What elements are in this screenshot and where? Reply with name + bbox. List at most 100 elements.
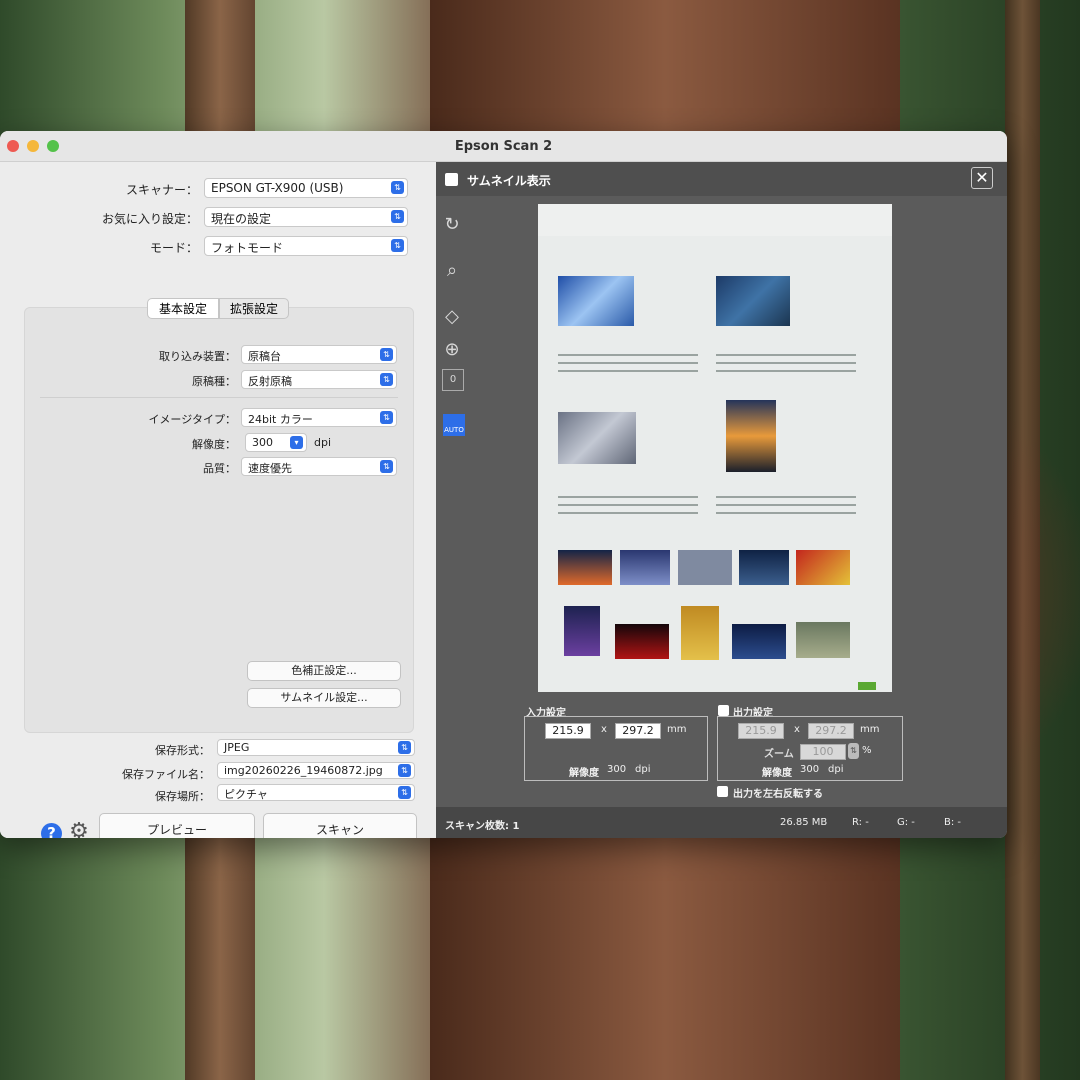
chevron-updown-icon: ⇅ xyxy=(391,239,404,252)
source-label: 取り込み装置： xyxy=(159,350,236,363)
blue-value: B: - xyxy=(944,817,962,828)
chevron-updown-icon: ⇅ xyxy=(391,210,404,223)
input-resolution-label: 解像度 xyxy=(569,768,599,779)
doc-type-value: 反射原稿 xyxy=(248,375,292,388)
scanner-label: スキャナー： xyxy=(125,183,198,197)
area-count-icon: 0 xyxy=(442,369,464,391)
tree-trunk-right xyxy=(1005,0,1040,1080)
preview-text-line xyxy=(716,512,856,514)
preview-photo-3 xyxy=(558,412,636,464)
save-format-label: 保存形式： xyxy=(155,744,210,757)
red-value: R: - xyxy=(852,817,869,828)
thumbnail-checkbox-label: サムネイル表示 xyxy=(467,174,551,188)
output-unit-label: mm xyxy=(860,724,880,735)
image-type-select[interactable]: 24bit カラー ⇅ xyxy=(241,408,397,427)
preview-thumb-10 xyxy=(796,622,850,658)
favorite-select[interactable]: 現在の設定 ⇅ xyxy=(204,207,408,227)
preview-top-band xyxy=(538,204,892,236)
resolution-select[interactable]: 300 ▾ xyxy=(245,433,307,452)
input-height-field[interactable]: 297.2 xyxy=(615,723,661,739)
preview-thumb-4 xyxy=(739,550,789,585)
save-format-select[interactable]: JPEG ⇅ xyxy=(217,739,415,756)
file-size: 26.85 MB xyxy=(780,817,828,828)
preview-text-line xyxy=(716,370,856,372)
mode-select[interactable]: フォトモード ⇅ xyxy=(204,236,408,256)
input-settings-box: 215.9 x 297.2 mm 解像度 300 dpi xyxy=(524,716,708,781)
close-icon[interactable]: ✕ xyxy=(971,167,993,189)
preview-toolbar: サムネイル表示 ✕ xyxy=(436,162,1007,196)
preview-text-line xyxy=(716,504,856,506)
auto-exposure-icon[interactable]: AUTO xyxy=(443,414,465,436)
preview-thumb-7 xyxy=(615,624,669,659)
output-height-field: 297.2 xyxy=(808,723,854,739)
mirror-checkbox[interactable] xyxy=(717,786,728,797)
chevron-updown-icon: ⇅ xyxy=(398,786,411,799)
chevron-down-icon: ▾ xyxy=(290,436,303,449)
thumbnail-checkbox[interactable] xyxy=(445,173,458,186)
output-resolution-label: 解像度 xyxy=(762,768,792,779)
thumbnail-settings-button[interactable]: サムネイル設定... xyxy=(247,688,401,708)
help-icon[interactable]: ? xyxy=(41,823,62,838)
chevron-updown-icon: ⇅ xyxy=(380,460,393,473)
mode-value: フォトモード xyxy=(211,241,284,255)
settings-panel: スキャナー： EPSON GT-X900 (USB) ⇅ お気に入り設定： 現在… xyxy=(0,162,436,838)
preview-text-line xyxy=(558,504,698,506)
scanner-select[interactable]: EPSON GT-X900 (USB) ⇅ xyxy=(204,178,408,198)
resolution-label: 解像度： xyxy=(192,438,236,451)
file-name-value: img20260226_19460872.jpg xyxy=(224,764,383,777)
preview-button[interactable]: プレビュー xyxy=(99,813,255,838)
output-width-field: 215.9 xyxy=(738,723,784,739)
green-value: G: - xyxy=(897,817,915,828)
zoom-preview-icon[interactable]: ⌕ xyxy=(439,258,465,284)
scan-button[interactable]: スキャン xyxy=(263,813,417,838)
output-x-label: x xyxy=(794,724,800,735)
save-location-value: ピクチャ xyxy=(224,788,268,801)
preview-text-line xyxy=(558,370,698,372)
source-value: 原稿台 xyxy=(248,350,281,363)
scan-count: スキャン枚数: 1 xyxy=(445,821,520,832)
quality-value: 速度優先 xyxy=(248,462,292,475)
image-type-label: イメージタイプ： xyxy=(148,413,236,426)
output-checkbox[interactable] xyxy=(718,705,729,716)
resolution-value: 300 xyxy=(252,436,273,449)
preview-panel: サムネイル表示 ✕ ↻ ⌕ ◇ ⊕ 0 AUTO 入力設定 215.9 x 29… xyxy=(436,162,1007,838)
scanner-value: EPSON GT-X900 (USB) xyxy=(211,181,344,195)
rotate-icon[interactable]: ↻ xyxy=(439,212,465,238)
mirror-checkbox-label: 出力を左右反転する xyxy=(733,789,823,800)
color-correction-button[interactable]: 色補正設定... xyxy=(247,661,401,681)
quality-label: 品質： xyxy=(203,462,236,475)
image-type-value: 24bit カラー xyxy=(248,413,313,426)
chevron-updown-icon: ⇅ xyxy=(380,348,393,361)
output-resolution-value: 300 xyxy=(800,764,820,775)
save-location-select[interactable]: ピクチャ ⇅ xyxy=(217,784,415,801)
doc-type-label-visible: 原稿種： xyxy=(192,375,236,388)
input-width-field[interactable]: 215.9 xyxy=(545,723,591,739)
gear-icon[interactable]: ⚙ xyxy=(67,820,91,839)
preview-thumb-6 xyxy=(564,606,600,656)
doc-type-select[interactable]: 反射原稿 ⇅ xyxy=(241,370,397,389)
preview-text-line xyxy=(558,512,698,514)
chevron-updown-icon: ⇅ xyxy=(391,181,404,194)
input-x-label: x xyxy=(601,724,607,735)
preview-thumb-2 xyxy=(620,550,670,585)
zoom-stepper-icon: ⇅ xyxy=(848,743,859,759)
eraser-icon[interactable]: ◇ xyxy=(439,304,465,330)
quality-select[interactable]: 速度優先 ⇅ xyxy=(241,457,397,476)
preview-text-line xyxy=(716,496,856,498)
file-name-select[interactable]: img20260226_19460872.jpg ⇅ xyxy=(217,762,415,779)
scanned-preview xyxy=(538,204,892,692)
preview-thumb-9 xyxy=(732,624,786,659)
resolution-unit: dpi xyxy=(314,436,332,449)
chevron-updown-icon: ⇅ xyxy=(398,741,411,754)
preview-photo-4 xyxy=(726,400,776,472)
preview-thumb-3 xyxy=(678,550,732,585)
preview-thumb-5 xyxy=(796,550,850,585)
add-area-icon[interactable]: ⊕ xyxy=(439,337,465,363)
auto-label: AUTO xyxy=(444,426,464,434)
source-select[interactable]: 原稿台 ⇅ xyxy=(241,345,397,364)
epson-scan-window: Epson Scan 2 スキャナー： EPSON GT-X900 (USB) … xyxy=(0,131,1007,838)
preview-green-tab xyxy=(858,682,876,690)
tab-basic-settings[interactable]: 基本設定 xyxy=(147,298,219,319)
chevron-updown-icon: ⇅ xyxy=(398,764,411,777)
tab-advanced-settings[interactable]: 拡張設定 xyxy=(219,298,289,319)
